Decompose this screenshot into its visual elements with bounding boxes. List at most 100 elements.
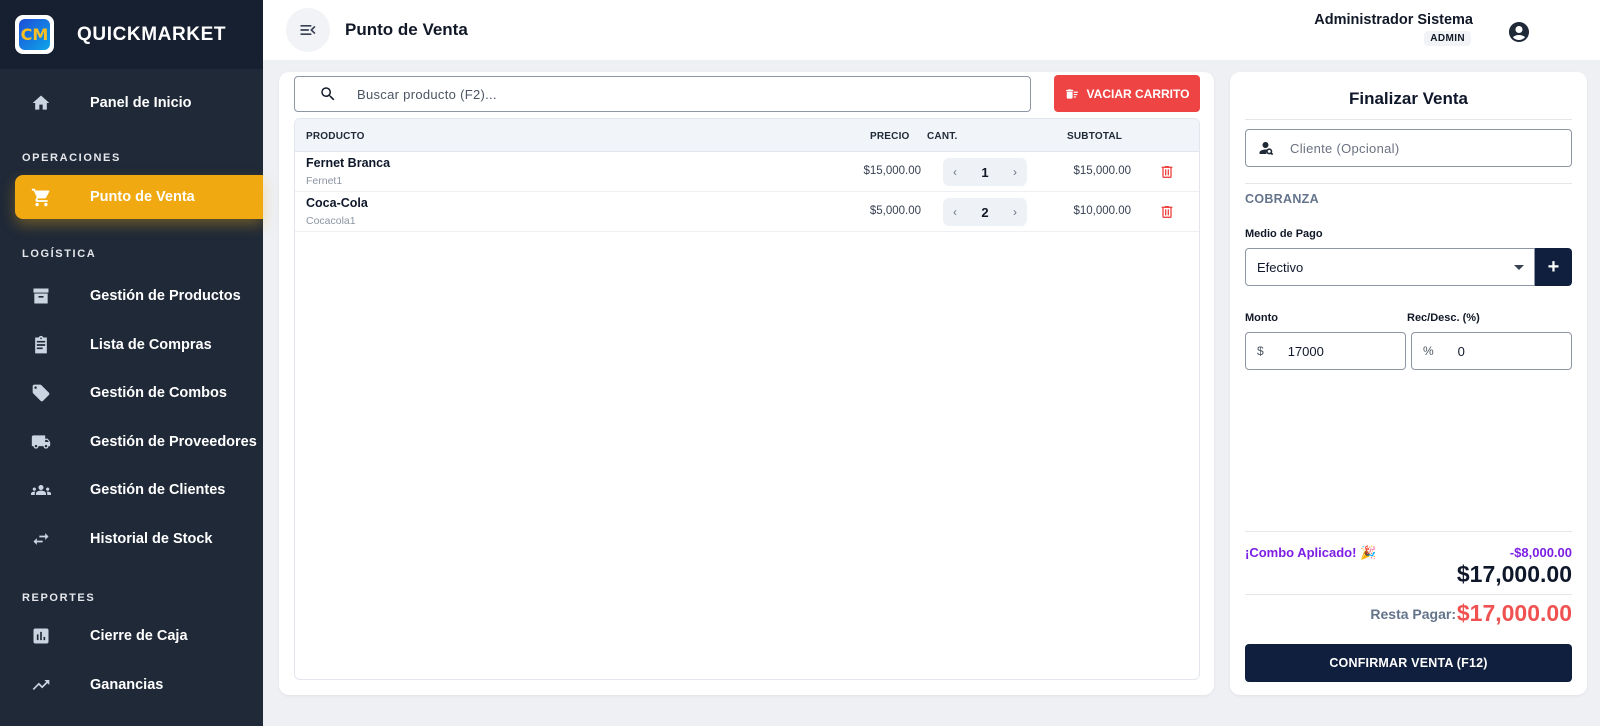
bar-chart-icon	[30, 625, 52, 647]
adjust-input[interactable]	[1457, 343, 1558, 359]
delete-icon[interactable]	[1159, 204, 1175, 220]
archive-icon	[30, 285, 52, 307]
product-price: $5,000.00	[869, 205, 921, 217]
sidebar-item-historial-de-stock[interactable]: Historial de Stock	[15, 517, 263, 561]
combo-applied-label: ¡Combo Aplicado! 🎉	[1245, 545, 1377, 560]
sidebar-item-label: Gestión de Clientes	[90, 482, 226, 498]
home-icon	[30, 92, 52, 114]
client-input[interactable]	[1290, 140, 1550, 156]
table-row: Coca-Cola Cocacola1 $5,000.00 ‹ 2 › $10,…	[295, 192, 1199, 232]
tag-icon	[30, 382, 52, 404]
sidebar-item-gestion-de-combos[interactable]: Gestión de Combos	[15, 371, 263, 415]
sidebar-item-label: Gestión de Proveedores	[90, 434, 257, 450]
adjust-label: Rec/Desc. (%)	[1407, 312, 1480, 324]
payment-method-value: Efectivo	[1257, 259, 1304, 275]
account-icon[interactable]	[1507, 20, 1531, 44]
truck-icon	[30, 431, 52, 453]
payment-method-label: Medio de Pago	[1245, 228, 1323, 240]
clear-cart-icon	[1065, 88, 1078, 99]
remaining-amount: $17,000.00	[1456, 600, 1572, 626]
confirm-sale-button[interactable]: CONFIRMAR VENTA (F12)	[1245, 644, 1572, 682]
decrease-qty-button[interactable]: ‹	[953, 205, 957, 219]
sidebar: CM QUICKMARKET Panel de Inicio OPERACION…	[0, 0, 263, 726]
people-icon	[30, 479, 52, 501]
column-header-qty: CANT.	[927, 131, 958, 142]
brand-name: QUICKMARKET	[77, 23, 227, 45]
increase-qty-button[interactable]: ›	[1013, 165, 1017, 179]
menu-collapse-icon	[300, 25, 316, 35]
sidebar-item-panel-de-inicio[interactable]: Panel de Inicio	[15, 81, 263, 125]
sidebar-item-label: Lista de Compras	[90, 337, 212, 353]
sidebar-item-label: Historial de Stock	[90, 531, 213, 547]
product-name: Fernet Branca	[306, 156, 391, 170]
delete-icon[interactable]	[1159, 164, 1175, 180]
decrease-qty-button[interactable]: ‹	[953, 165, 957, 179]
user-name: Administrador Sistema	[1314, 12, 1473, 28]
product-code: Fernet1	[306, 175, 343, 187]
amount-field[interactable]: $	[1245, 332, 1406, 370]
trending-up-icon	[30, 674, 52, 696]
combo-discount: -$8,000.00	[1509, 545, 1572, 560]
divider	[1245, 119, 1572, 120]
sidebar-item-label: Cierre de Caja	[90, 628, 188, 644]
add-payment-button[interactable]: +	[1535, 248, 1572, 286]
sidebar-item-label: Gestión de Combos	[90, 385, 227, 401]
swap-icon	[30, 528, 52, 550]
product-search[interactable]	[294, 76, 1031, 112]
currency-prefix: $	[1257, 344, 1264, 358]
brand-logo-mark: CM	[19, 19, 50, 50]
product-name: Coca-Cola	[306, 196, 368, 210]
divider	[1245, 531, 1572, 532]
table-header: PRODUCTO PRECIO CANT. SUBTOTAL	[295, 119, 1199, 152]
column-header-price: PRECIO	[870, 131, 910, 142]
percent-prefix: %	[1423, 344, 1434, 358]
chevron-down-icon	[1514, 264, 1524, 270]
amount-input[interactable]	[1287, 343, 1388, 359]
checkout-title: Finalizar Venta	[1348, 89, 1469, 108]
divider	[1245, 183, 1572, 184]
cart-icon	[30, 186, 52, 208]
sidebar-item-gestion-de-productos[interactable]: Gestión de Productos	[15, 274, 263, 318]
sidebar-item-lista-de-compras[interactable]: Lista de Compras	[15, 323, 263, 367]
top-header: Punto de Venta Administrador Sistema ADM…	[263, 0, 1600, 60]
sidebar-item-cierre-de-caja[interactable]: Cierre de Caja	[15, 614, 263, 658]
product-price: $15,000.00	[863, 165, 921, 177]
client-field[interactable]	[1245, 129, 1572, 167]
sidebar-item-ganancias[interactable]: Ganancias	[15, 663, 263, 707]
sidebar-item-gestion-de-clientes[interactable]: Gestión de Clientes	[15, 468, 263, 512]
quantity-stepper: ‹ 2 ›	[943, 198, 1027, 226]
clear-cart-button[interactable]: VACIAR CARRITO	[1054, 75, 1200, 112]
clear-cart-label: VACIAR CARRITO	[1086, 86, 1190, 101]
brand[interactable]: CM QUICKMARKET	[0, 0, 263, 69]
column-header-subtotal: SUBTOTAL	[1067, 131, 1123, 142]
product-code: Cocacola1	[306, 215, 356, 227]
payment-method-select[interactable]: Efectivo	[1245, 248, 1535, 286]
sidebar-item-gestion-de-proveedores[interactable]: Gestión de Proveedores	[15, 420, 263, 464]
sidebar-item-label: Gestión de Productos	[90, 288, 241, 304]
section-title-reportes: REPORTES	[22, 592, 96, 604]
column-header-product: PRODUCTO	[306, 131, 365, 142]
product-subtotal: $10,000.00	[1073, 205, 1131, 217]
cart-panel: VACIAR CARRITO PRODUCTO PRECIO CANT. SUB…	[279, 72, 1214, 695]
user-role-badge: ADMIN	[1424, 31, 1471, 46]
sidebar-item-punto-de-venta[interactable]: Punto de Venta	[15, 175, 263, 219]
menu-toggle-button[interactable]	[286, 8, 330, 52]
section-label-cobranza: COBRANZA	[1245, 192, 1319, 206]
table-row: Fernet Branca Fernet1 $15,000.00 ‹ 1 › $…	[295, 152, 1199, 192]
checkout-panel: Finalizar Venta COBRANZA Medio de Pago E…	[1230, 72, 1587, 695]
increase-qty-button[interactable]: ›	[1013, 205, 1017, 219]
search-icon	[321, 87, 335, 101]
amount-label: Monto	[1245, 312, 1278, 324]
sidebar-item-label: Ganancias	[90, 677, 164, 693]
product-subtotal: $15,000.00	[1073, 165, 1131, 177]
sidebar-item-label: Panel de Inicio	[90, 95, 192, 111]
search-input[interactable]	[357, 86, 957, 102]
client-search-icon	[1259, 142, 1274, 156]
sidebar-item-label: Punto de Venta	[90, 189, 195, 205]
quantity-value: 2	[981, 204, 989, 220]
divider	[1245, 594, 1572, 595]
plus-icon: +	[1547, 255, 1560, 278]
clipboard-icon	[30, 334, 52, 356]
sale-total: $17,000.00	[1456, 561, 1572, 587]
adjust-field[interactable]: %	[1411, 332, 1572, 370]
